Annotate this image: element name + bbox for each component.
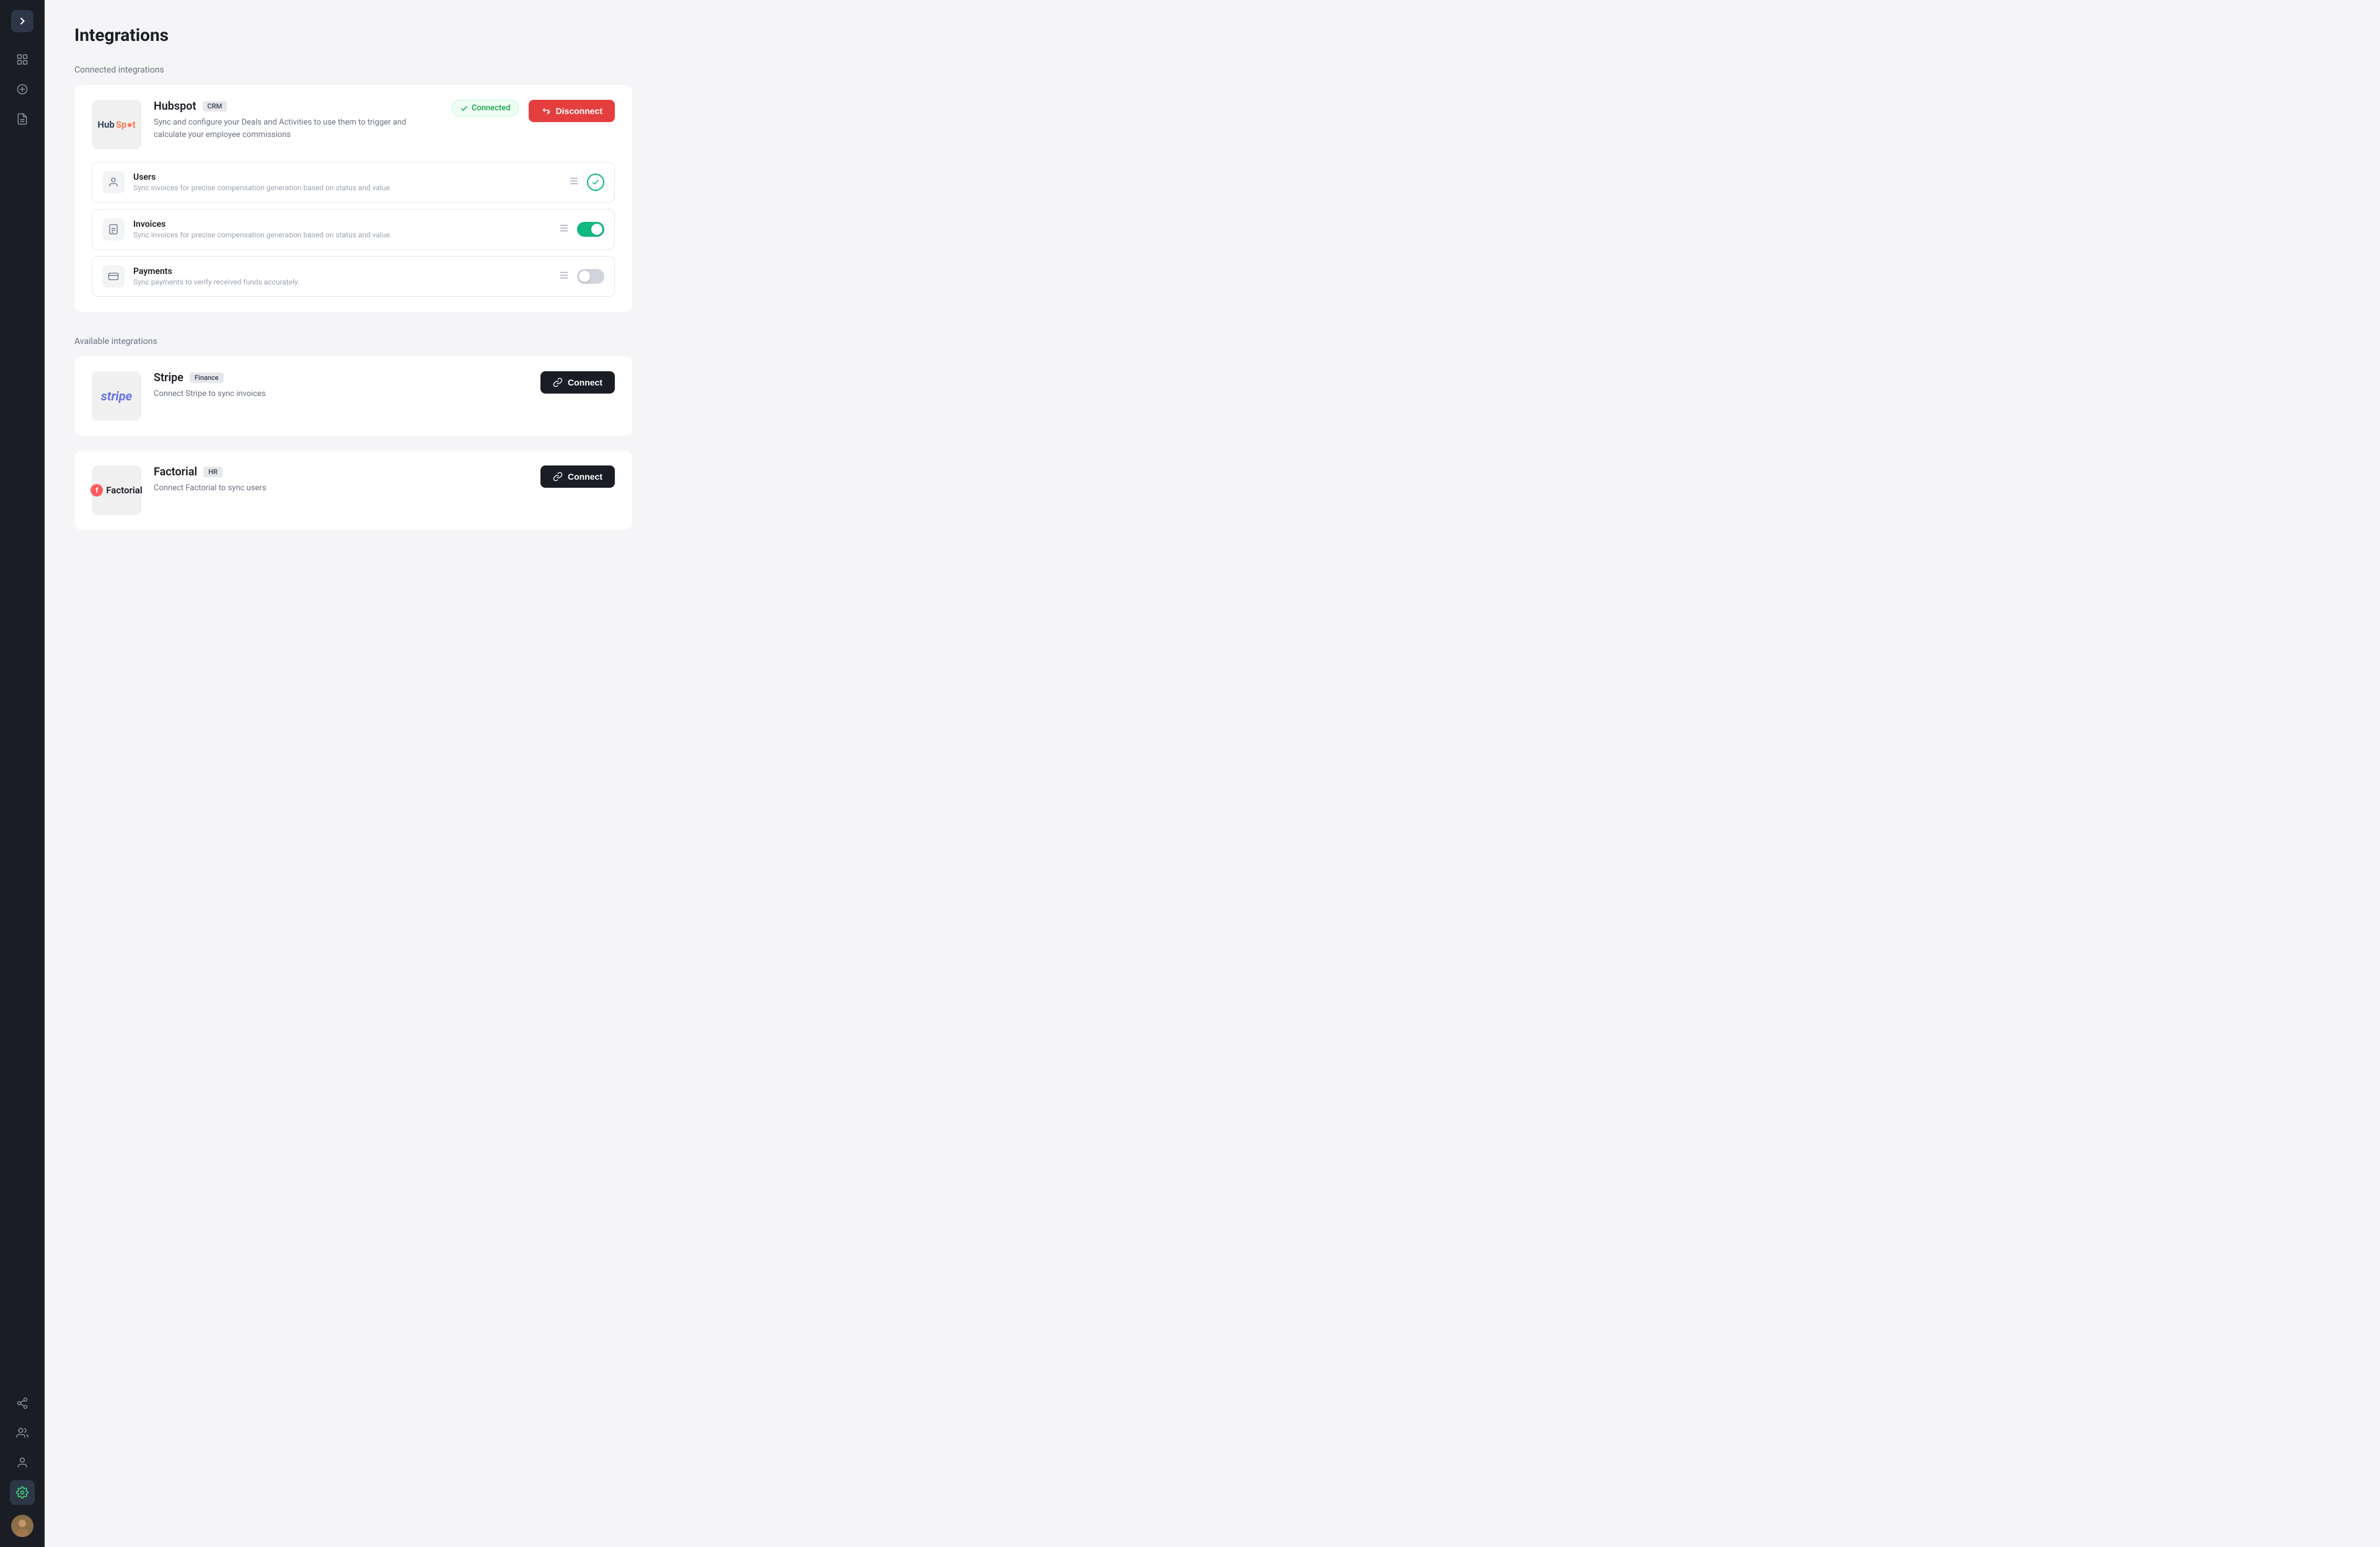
sidebar-item-settings[interactable] xyxy=(10,1480,35,1505)
invoices-name: Invoices xyxy=(133,219,550,229)
factorial-info: Factorial HR Connect Factorial to sync u… xyxy=(154,465,528,495)
check-icon xyxy=(460,104,469,113)
users-name: Users xyxy=(133,172,560,182)
link-icon xyxy=(553,377,563,387)
stripe-connect-button[interactable]: Connect xyxy=(540,371,615,394)
available-section-label: Available integrations xyxy=(74,337,2350,346)
stripe-name-row: Stripe Finance xyxy=(154,371,528,384)
sidebar-item-connections[interactable] xyxy=(10,1421,35,1445)
invoices-desc: Sync invoices for precise compensation g… xyxy=(133,231,550,239)
users-icon xyxy=(102,171,125,193)
hubspot-sub-items: Users Sync invoices for precise compensa… xyxy=(92,162,615,297)
sub-item-users: Users Sync invoices for precise compensa… xyxy=(92,162,615,203)
hubspot-logo: HubSp●t xyxy=(92,100,141,149)
connected-section-label: Connected integrations xyxy=(74,65,2350,75)
stripe-tag: Finance xyxy=(190,372,224,383)
stripe-card: stripe Stripe Finance Connect Stripe to … xyxy=(74,356,632,436)
factorial-icon: f xyxy=(90,484,103,496)
factorial-card: f Factorial Factorial HR Connect Factori… xyxy=(74,451,632,530)
invoices-controls xyxy=(558,222,604,237)
users-desc: Sync invoices for precise compensation g… xyxy=(133,183,560,192)
hubspot-header: HubSp●t Hubspot CRM Sync and configure y… xyxy=(92,100,615,149)
sub-item-invoices: Invoices Sync invoices for precise compe… xyxy=(92,209,615,250)
connected-badge: Connected xyxy=(452,100,519,117)
hubspot-tag: CRM xyxy=(203,101,227,112)
stripe-actions: Connect xyxy=(540,371,615,394)
factorial-desc: Connect Factorial to sync users xyxy=(154,482,528,495)
sub-item-payments: Payments Sync payments to verify receive… xyxy=(92,256,615,297)
filter-icon-users[interactable] xyxy=(568,175,580,189)
users-controls xyxy=(568,174,604,191)
payments-desc: Sync payments to verify received funds a… xyxy=(133,278,550,286)
sidebar-item-workflows[interactable] xyxy=(10,1391,35,1416)
factorial-logo: f Factorial xyxy=(92,465,141,515)
toggle-invoices[interactable] xyxy=(577,222,604,237)
stripe-info: Stripe Finance Connect Stripe to sync in… xyxy=(154,371,528,400)
hubspot-desc: Sync and configure your Deals and Activi… xyxy=(154,117,439,141)
stripe-name: Stripe xyxy=(154,371,183,384)
disconnect-button[interactable]: Disconnect xyxy=(529,100,615,122)
sidebar-item-reports[interactable] xyxy=(10,107,35,131)
payments-icon xyxy=(102,265,125,288)
users-info: Users Sync invoices for precise compensa… xyxy=(133,172,560,192)
invoices-info: Invoices Sync invoices for precise compe… xyxy=(133,219,550,239)
sidebar-item-team[interactable] xyxy=(10,1450,35,1475)
stripe-header: stripe Stripe Finance Connect Stripe to … xyxy=(92,371,615,421)
check-circle-users xyxy=(587,174,604,191)
invoices-icon xyxy=(102,218,125,240)
sidebar-item-commissions[interactable] xyxy=(10,77,35,102)
filter-icon-payments[interactable] xyxy=(558,270,570,283)
stripe-logo: stripe xyxy=(92,371,141,421)
hubspot-card: HubSp●t Hubspot CRM Sync and configure y… xyxy=(74,85,632,312)
factorial-name: Factorial xyxy=(154,465,197,478)
avatar[interactable] xyxy=(11,1515,33,1537)
sidebar-item-dashboard[interactable] xyxy=(10,47,35,72)
sidebar xyxy=(0,0,45,1547)
hubspot-info: Hubspot CRM Sync and configure your Deal… xyxy=(154,100,439,141)
payments-name: Payments xyxy=(133,267,550,276)
hubspot-name-row: Hubspot CRM xyxy=(154,100,439,113)
link-icon-factorial xyxy=(553,472,563,482)
filter-icon-invoices[interactable] xyxy=(558,223,570,236)
payments-info: Payments Sync payments to verify receive… xyxy=(133,267,550,286)
toggle-payments[interactable] xyxy=(577,269,604,284)
factorial-connect-button[interactable]: Connect xyxy=(540,465,615,488)
stripe-desc: Connect Stripe to sync invoices xyxy=(154,388,528,400)
hubspot-name: Hubspot xyxy=(154,100,196,113)
factorial-actions: Connect xyxy=(540,465,615,488)
page-title: Integrations xyxy=(74,25,2350,45)
sidebar-logo xyxy=(11,10,33,32)
main-content: Integrations Connected integrations HubS… xyxy=(45,0,2380,1547)
factorial-header: f Factorial Factorial HR Connect Factori… xyxy=(92,465,615,515)
factorial-tag: HR xyxy=(203,467,223,477)
factorial-name-row: Factorial HR xyxy=(154,465,528,478)
payments-controls xyxy=(558,269,604,284)
disconnect-icon xyxy=(541,106,551,116)
hubspot-actions: Connected Disconnect xyxy=(452,100,615,122)
